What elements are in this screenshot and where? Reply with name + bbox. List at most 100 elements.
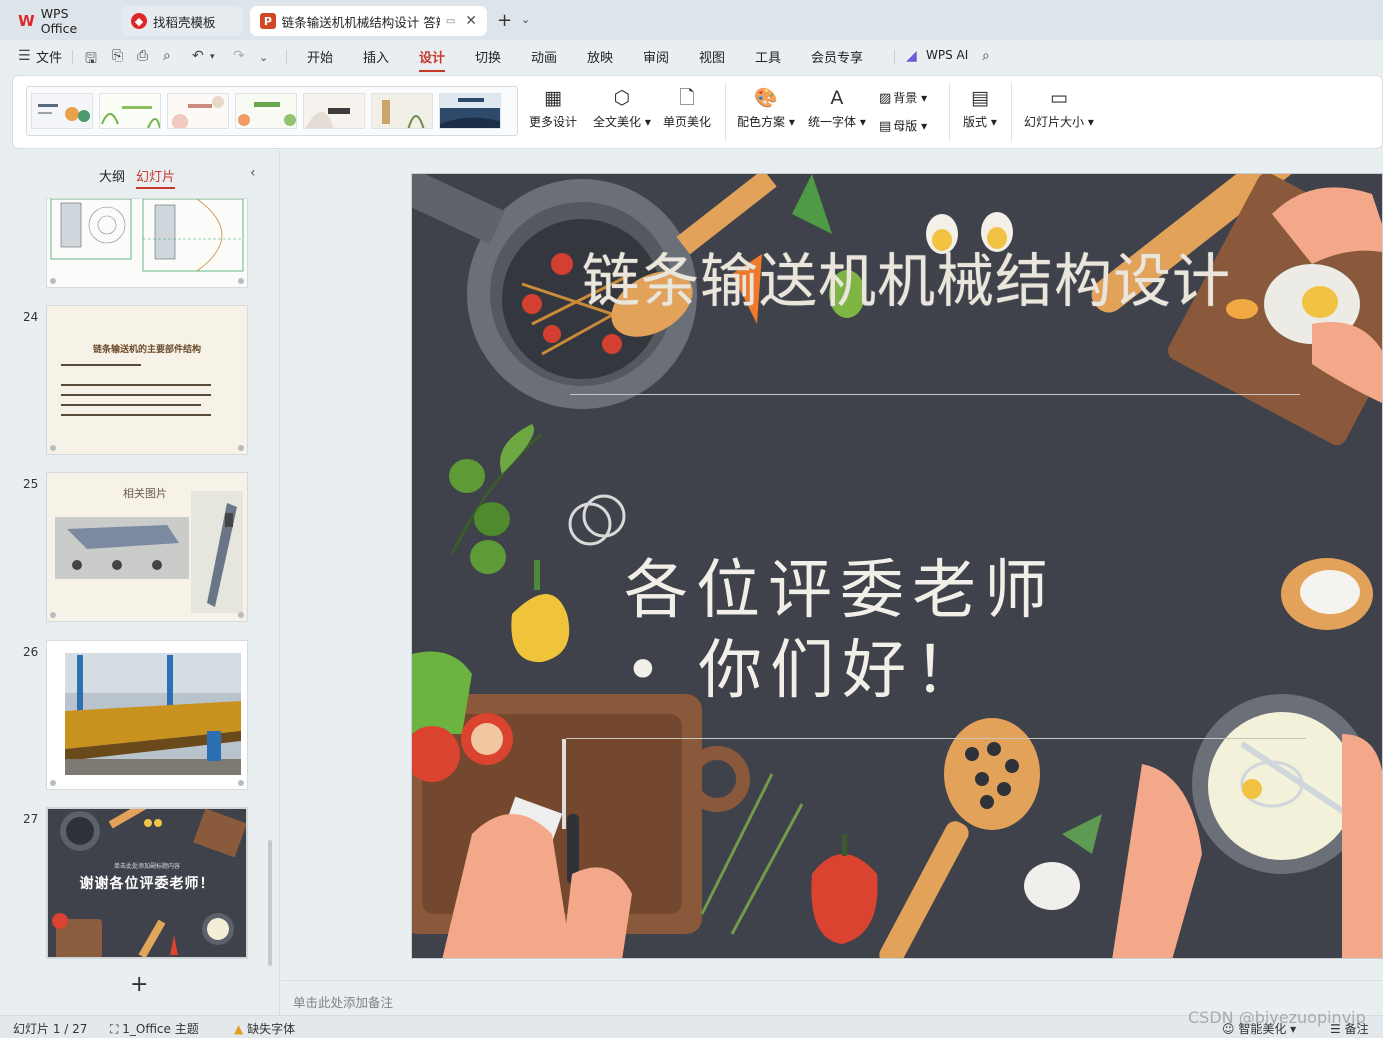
slide-title[interactable]: 链条输送机机械结构设计 bbox=[582, 234, 1231, 318]
slide-size-icon: ▭ bbox=[1049, 87, 1068, 109]
collapse-panel-icon[interactable]: ‹ bbox=[250, 165, 256, 181]
search-icon[interactable]: ⌕ bbox=[982, 48, 990, 64]
unify-font-button[interactable]: A 统一字体 ▾ bbox=[808, 85, 866, 130]
theme-thumb[interactable] bbox=[439, 93, 501, 129]
menu-view[interactable]: 视图 bbox=[699, 47, 725, 66]
slide-greeting-line2[interactable]: • 你们好！ bbox=[624, 619, 986, 711]
missing-font-indicator[interactable]: ▲ 缺失字体 bbox=[234, 1020, 295, 1037]
layout-button[interactable]: ▤ 版式 ▾ bbox=[963, 85, 997, 130]
page-beautify-button[interactable]: 🗋 单页美化 bbox=[663, 85, 711, 130]
ribbon-divider bbox=[725, 82, 726, 142]
notes-placeholder: 单击此处添加备注 bbox=[293, 995, 394, 1010]
full-beautify-button[interactable]: ⬡ 全文美化 ▾ bbox=[593, 85, 651, 130]
slide-thumbnail-26[interactable] bbox=[46, 640, 248, 790]
slide-thumbnail-23[interactable] bbox=[46, 198, 248, 288]
print-preview-icon[interactable]: ⌕ bbox=[163, 48, 171, 64]
new-tab-button[interactable]: + bbox=[497, 10, 512, 31]
redo-icon[interactable]: ↷ bbox=[233, 48, 245, 64]
color-scheme-button[interactable]: 🎨 配色方案 ▾ bbox=[737, 85, 795, 130]
slide-canvas: 链条输送机机械结构设计 各位评委老师 • 你们好！ bbox=[281, 150, 1383, 980]
menu-divider bbox=[72, 50, 73, 64]
grid-icon: ▦ bbox=[544, 87, 562, 109]
master-button[interactable]: ▤ 母版 ▾ bbox=[879, 117, 927, 134]
slide-number: 25 bbox=[23, 477, 39, 491]
slide-thumbnail-27[interactable]: 单击此处添加副标题内容 谢谢各位评委老师！ bbox=[46, 807, 248, 959]
add-slide-button[interactable]: + bbox=[130, 972, 148, 997]
slide-thumbnail-24[interactable]: 链条输送机的主要部件结构 bbox=[46, 305, 248, 455]
theme-icon: ⛶ bbox=[110, 1022, 119, 1036]
more-quick-chevron-icon[interactable]: ⌄ bbox=[259, 51, 268, 64]
menu-wps-ai[interactable]: WPS AI bbox=[926, 48, 968, 62]
menu-review[interactable]: 审阅 bbox=[643, 47, 669, 66]
thumb-text-lines bbox=[61, 364, 211, 416]
slide-greeting-line1[interactable]: 各位评委老师 bbox=[624, 539, 1056, 631]
theme-thumb[interactable] bbox=[235, 93, 297, 129]
theme-thumb[interactable] bbox=[99, 93, 161, 129]
slides-panel-scrollbar[interactable] bbox=[268, 840, 272, 966]
theme-thumb[interactable] bbox=[167, 93, 229, 129]
color-scheme-label: 配色方案 ▾ bbox=[737, 115, 795, 129]
save-icon[interactable]: 🖫 bbox=[85, 48, 97, 72]
tab-templates[interactable]: ◆ 找稻壳模板 bbox=[121, 6, 243, 36]
undo-icon[interactable]: ↶ bbox=[192, 48, 204, 64]
thumb-marker bbox=[50, 445, 56, 451]
theme-thumb[interactable] bbox=[31, 93, 93, 129]
screen-icon[interactable]: ▭ bbox=[446, 16, 455, 27]
tab-wps-label: WPS Office bbox=[40, 6, 78, 36]
tab-document[interactable]: P 链条输送机机械结构设计 答辩 ▭ ✕ bbox=[250, 6, 487, 36]
thumb-subtitle: 单击此处添加副标题内容 bbox=[113, 863, 180, 870]
thumb-marker bbox=[238, 780, 244, 786]
slide-number: 27 bbox=[23, 812, 39, 826]
thumb-title: 谢谢各位评委老师！ bbox=[79, 876, 215, 892]
undo-chevron-icon[interactable]: ▾ bbox=[210, 52, 215, 62]
theme-indicator[interactable]: ⛶ 1_Office 主题 bbox=[110, 1020, 199, 1037]
page-sparkle-icon: 🗋 bbox=[679, 87, 695, 109]
print-icon[interactable]: ⎙ bbox=[137, 48, 148, 64]
slide-size-button[interactable]: ▭ 幻灯片大小 ▾ bbox=[1024, 85, 1094, 130]
menu-animation[interactable]: 动画 bbox=[531, 47, 557, 66]
ribbon-divider bbox=[949, 82, 950, 142]
title-tab-bar: W WPS Office ◆ 找稻壳模板 P 链条输送机机械结构设计 答辩 ▭ … bbox=[0, 0, 1383, 40]
tab-outline[interactable]: 大纲 bbox=[99, 166, 125, 185]
watermark: CSDN @biyezuopinvip bbox=[1188, 1008, 1366, 1027]
share-icon[interactable]: ⎘ bbox=[112, 48, 123, 64]
layout-label: 版式 ▾ bbox=[963, 115, 997, 129]
hamburger-icon[interactable]: ☰ bbox=[18, 48, 31, 64]
menu-member[interactable]: 会员专享 bbox=[811, 47, 863, 66]
current-slide[interactable]: 链条输送机机械结构设计 各位评委老师 • 你们好！ bbox=[411, 173, 1383, 959]
master-label: 母版 bbox=[893, 119, 918, 133]
tab-slides[interactable]: 幻灯片 bbox=[136, 166, 176, 189]
background-button[interactable]: ▨ 背景 ▾ bbox=[879, 89, 927, 106]
page-beautify-label: 单页美化 bbox=[663, 115, 712, 129]
menu-slideshow[interactable]: 放映 bbox=[587, 47, 613, 66]
close-tab-icon[interactable]: ✕ bbox=[465, 13, 477, 29]
tab-list-chevron-icon[interactable]: ⌄ bbox=[521, 13, 530, 26]
thumb-marker bbox=[238, 278, 244, 284]
menu-tools[interactable]: 工具 bbox=[755, 47, 781, 66]
font-icon: A bbox=[830, 87, 844, 109]
factory-photo-image bbox=[65, 653, 241, 775]
menu-bar: ☰ 文件 🖫 ⎘ ⎙ ⌕ ↶ ▾ ↷ ⌄ 开始 插入 设计 切换 动画 放映 审… bbox=[0, 40, 1383, 72]
theme-thumb[interactable] bbox=[303, 93, 365, 129]
ribbon-divider bbox=[1011, 82, 1012, 142]
slide-counter: 幻灯片 1 / 27 bbox=[13, 1022, 88, 1036]
theme-gallery[interactable] bbox=[26, 86, 518, 136]
warning-icon: ▲ bbox=[234, 1022, 244, 1036]
theme-thumb[interactable] bbox=[371, 93, 433, 129]
menu-transition[interactable]: 切换 bbox=[475, 47, 501, 66]
menu-file[interactable]: 文件 bbox=[36, 47, 62, 66]
menu-design[interactable]: 设计 bbox=[419, 47, 446, 72]
slide-thumbnail-25[interactable]: 相关图片 bbox=[46, 472, 248, 622]
tab-wps-office[interactable]: W WPS Office bbox=[8, 6, 114, 36]
slides-panel: 大纲 幻灯片 ‹ 24 链条输送机的主要部件结构 25 相关图片 26 27 单… bbox=[0, 150, 280, 1015]
menu-insert[interactable]: 插入 bbox=[363, 47, 389, 66]
thumb-marker bbox=[50, 278, 56, 284]
thumb-marker bbox=[238, 612, 244, 618]
status-bar: 幻灯片 1 / 27 ⛶ 1_Office 主题 ▲ 缺失字体 ☺ 智能美化 ▾… bbox=[0, 1015, 1383, 1038]
slide-number: 26 bbox=[23, 645, 39, 659]
menu-home[interactable]: 开始 bbox=[307, 47, 333, 66]
bottom-divider bbox=[566, 738, 1306, 739]
more-design-button[interactable]: ▦ 更多设计 bbox=[529, 85, 577, 130]
tab-templates-label: 找稻壳模板 bbox=[153, 14, 216, 30]
wps-ai-icon[interactable]: ◢ bbox=[906, 48, 917, 64]
